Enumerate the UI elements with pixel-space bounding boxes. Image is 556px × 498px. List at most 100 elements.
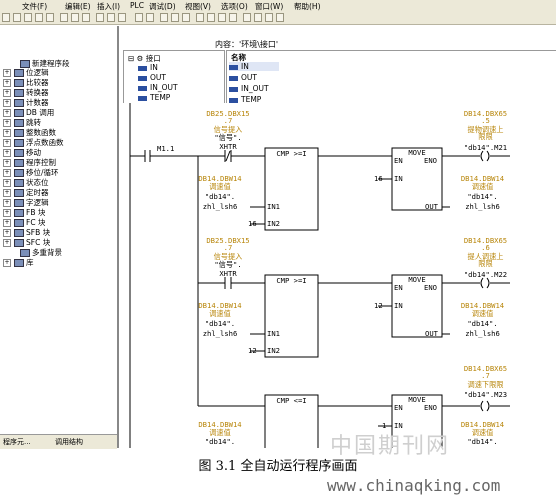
coil-m21-symbol: "db14".M21 [463,143,508,152]
fbd-view-icon[interactable] [182,13,190,22]
print-icon[interactable] [46,13,54,22]
interface-out[interactable]: OUT [138,73,166,82]
interface-header: 内容：'环境\接口' [215,40,279,49]
help-icon[interactable] [276,13,284,22]
interface-in[interactable]: IN [138,63,158,72]
expand-icon[interactable]: + [3,189,11,197]
expand-icon[interactable]: + [3,69,11,77]
move-in-pin: IN [394,301,403,310]
cmp-box-label[interactable]: CMP >=I [265,150,318,157]
box-icon[interactable] [243,13,251,22]
cmp-box-label[interactable]: CMP >=I [265,277,318,284]
expand-icon[interactable]: + [3,89,11,97]
folder-icon [14,69,24,77]
pin-icon [138,85,147,91]
move-eno: ENO [424,156,437,165]
expand-icon[interactable]: + [3,259,11,267]
expand-icon[interactable]: + [3,109,11,117]
tree-tabs: 程序元... 调用结构 [0,434,117,449]
coil-m22-symbol: "db14".M22 [463,270,508,279]
expand-icon[interactable]: + [3,159,11,167]
expand-icon[interactable]: + [3,229,11,237]
new-icon[interactable] [2,13,10,22]
cut-icon[interactable] [60,13,68,22]
lad-view-icon[interactable] [160,13,168,22]
move-en: EN [394,283,403,292]
pin-icon [229,86,238,92]
interface-row-in[interactable]: IN [229,62,279,71]
coil-icon[interactable] [229,13,237,22]
in1-comment: 调速值 [209,182,231,191]
folder-icon [14,99,24,107]
pin-icon [229,97,238,103]
folder-icon [14,169,24,177]
contact-no-icon[interactable] [207,13,215,22]
move-in-value: 16 [374,174,383,183]
monitor-icon[interactable] [135,13,143,22]
move-in-value: 12 [374,301,383,310]
in1-name: zhl_lsh6 [202,329,238,338]
interface-temp[interactable]: TEMP [138,93,170,102]
pin-icon [138,65,147,71]
menu-edit[interactable]: 编辑(E) [65,1,91,12]
menu-file[interactable]: 文件(F) [22,1,47,12]
online-icon[interactable] [24,13,32,22]
interface-row-out[interactable]: OUT [229,73,257,82]
branch-close-icon[interactable] [265,13,273,22]
interface-table: 名称 IN OUT IN_OUT TEMP [226,50,556,104]
expand-icon[interactable]: + [3,169,11,177]
figure-caption: 图 3.1 全自动运行程序画面 [198,459,358,474]
expand-icon[interactable]: + [3,139,11,147]
folder-icon [14,109,24,117]
expand-icon[interactable]: + [3,79,11,87]
interface-row-in-out[interactable]: IN_OUT [229,84,269,93]
menu-insert[interactable]: 插入(I) [97,1,120,12]
load-icon[interactable] [118,13,126,22]
pin-icon [138,95,147,101]
stl-view-icon[interactable] [171,13,179,22]
expand-icon[interactable]: + [3,209,11,217]
expand-icon[interactable]: + [3,219,11,227]
expand-icon[interactable]: + [3,119,11,127]
redo-icon[interactable] [107,13,115,22]
menu-view[interactable]: 视图(V) [185,1,211,12]
folder-icon [14,199,24,207]
save-icon[interactable] [35,13,43,22]
in1-pin: IN1 [267,202,280,211]
tree-item-library[interactable]: 库 [14,257,34,268]
ladder-editor[interactable]: M1.1 DB25.DBX15.7 信号提入 "信号". XHTR CMP >=… [120,103,556,448]
tab-call-structure[interactable]: 调用结构 [55,437,83,447]
expand-icon[interactable]: + [3,99,11,107]
accessible-nodes-icon[interactable] [146,13,154,22]
folder-icon [14,159,24,167]
undo-icon[interactable] [96,13,104,22]
contact-nc-icon[interactable] [218,13,226,22]
expand-icon[interactable]: + [3,179,11,187]
menu-debug[interactable]: 调试(D) [149,1,176,12]
menu-options[interactable]: 选项(O) [221,1,248,12]
in1-comment: 调速值 [209,309,231,318]
expand-icon[interactable]: + [3,149,11,157]
in1-symbol: "db14". [204,192,236,201]
program-elements-tree: 新建程序段 + 位逻辑 + 比较器 + 转换器 + 计数器 + DB 调用 + 跳转 + 整数… [0,26,119,448]
menu-bar: 文件(F) 编辑(E) 插入(I) PLC 调试(D) 视图(V) 选项(O) … [0,0,556,12]
tab-program-elements[interactable]: 程序元... [3,437,31,447]
interface-icon: ⚙ [136,54,144,63]
in1-pin: IN1 [267,329,280,338]
paste-icon[interactable] [82,13,90,22]
copy-icon[interactable] [71,13,79,22]
network-icon[interactable] [196,13,204,22]
branch-open-icon[interactable] [254,13,262,22]
expand-icon[interactable]: + [3,239,11,247]
expand-icon[interactable]: + [3,199,11,207]
expand-icon[interactable]: + [3,129,11,137]
menu-plc[interactable]: PLC [130,1,144,10]
interface-in-out[interactable]: IN_OUT [138,83,178,92]
in1-name: zhl_lsh6 [202,202,238,211]
menu-help[interactable]: 帮助(H) [294,1,321,12]
out-symbol: "db14". [467,319,498,328]
in2-value: 12 [248,346,257,355]
menu-window[interactable]: 窗口(W) [255,1,283,12]
cmp-box-label[interactable]: CMP <=I [265,397,318,404]
open-icon[interactable] [13,13,21,22]
